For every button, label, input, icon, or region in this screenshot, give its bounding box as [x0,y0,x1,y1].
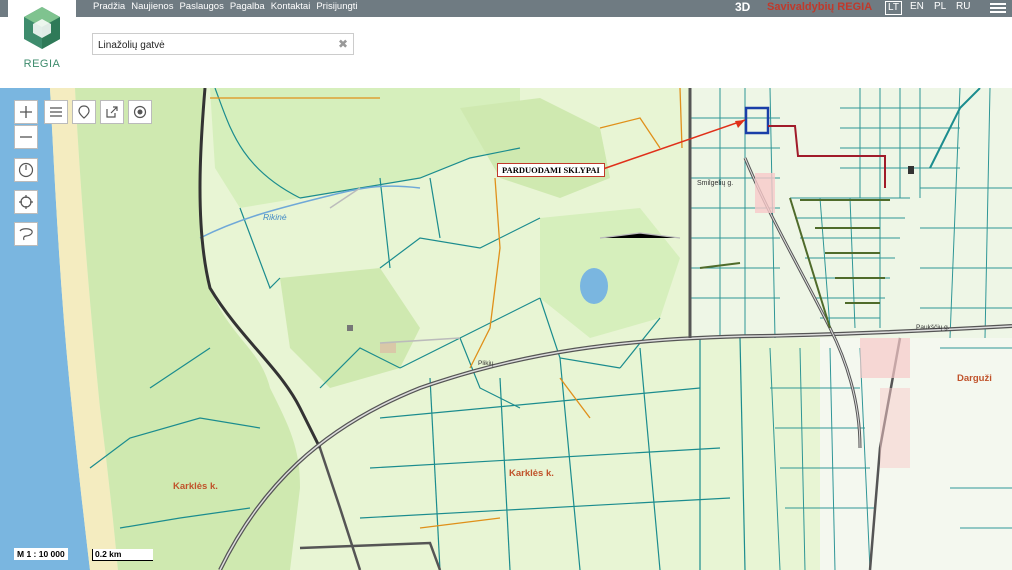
3d-mode-button[interactable]: 3D [735,0,750,14]
village-label-left: Karklės k. [173,481,218,492]
pin-icon [78,105,90,119]
share-icon [106,106,118,118]
map-drawing [0,88,1012,570]
street-label-smilgeliu: Smilgelių g. [697,180,734,187]
nav-item-news[interactable]: Naujienos [131,0,173,17]
draw-button[interactable] [14,222,38,246]
street-label-pauksciu: Paukščių g. [916,324,950,331]
map-scale-bar: 0.2 km [92,549,153,561]
zoom-out-button[interactable] [14,125,38,149]
street-label-plikiu: Plikių [478,360,494,367]
logo-text: REGIA [23,58,61,70]
regia-logo[interactable]: REGIA [8,0,76,86]
time-button[interactable] [14,158,38,182]
brand-title: Savivaldybių REGIA [767,1,873,13]
map-canvas[interactable]: PARDUODAMI SKLYPAI Rikinė Karklės k. Kar… [0,88,1012,570]
lang-ru[interactable]: RU [956,0,970,16]
target-icon [133,105,147,119]
plus-icon [20,106,32,118]
village-label-center: Karklės k. [509,468,554,479]
nav-item-login[interactable]: Prisijungti [316,0,357,17]
share-button[interactable] [100,100,124,124]
search-input[interactable] [96,35,330,55]
target-button[interactable] [128,100,152,124]
layers-button[interactable] [44,100,68,124]
nav-item-services[interactable]: Paslaugos [179,0,223,17]
village-label-right: Darguži [957,373,992,384]
lang-pl[interactable]: PL [934,0,946,16]
top-navigation-bar: Pradžia Naujienos Paslaugos Pagalba Kont… [0,0,1012,17]
hexagon-logo-icon [24,7,60,49]
crosshair-icon [19,195,33,209]
clock-icon [18,162,34,178]
minus-icon [20,136,32,138]
hamburger-menu-icon[interactable] [990,3,1006,13]
stream-label: Rikinė [263,212,287,222]
layers-icon [50,107,62,117]
nav-item-home[interactable]: Pradžia [93,0,125,17]
lang-en[interactable]: EN [910,0,924,16]
gps-button[interactable] [14,190,38,214]
search-box: ✖ [92,33,354,55]
locate-button[interactable] [72,100,96,124]
close-icon[interactable]: ✖ [338,37,348,51]
lasso-icon [19,228,33,241]
zoom-in-button[interactable] [14,100,38,124]
nav-item-help[interactable]: Pagalba [230,0,265,17]
map-scale-ratio: M 1 : 10 000 [14,548,68,560]
lang-lt[interactable]: LT [885,1,902,15]
main-menu: Pradžia Naujienos Paslaugos Pagalba Kont… [93,0,364,17]
nav-item-contacts[interactable]: Kontaktai [271,0,311,17]
for-sale-parcels-annotation: PARDUODAMI SKLYPAI [497,163,605,177]
